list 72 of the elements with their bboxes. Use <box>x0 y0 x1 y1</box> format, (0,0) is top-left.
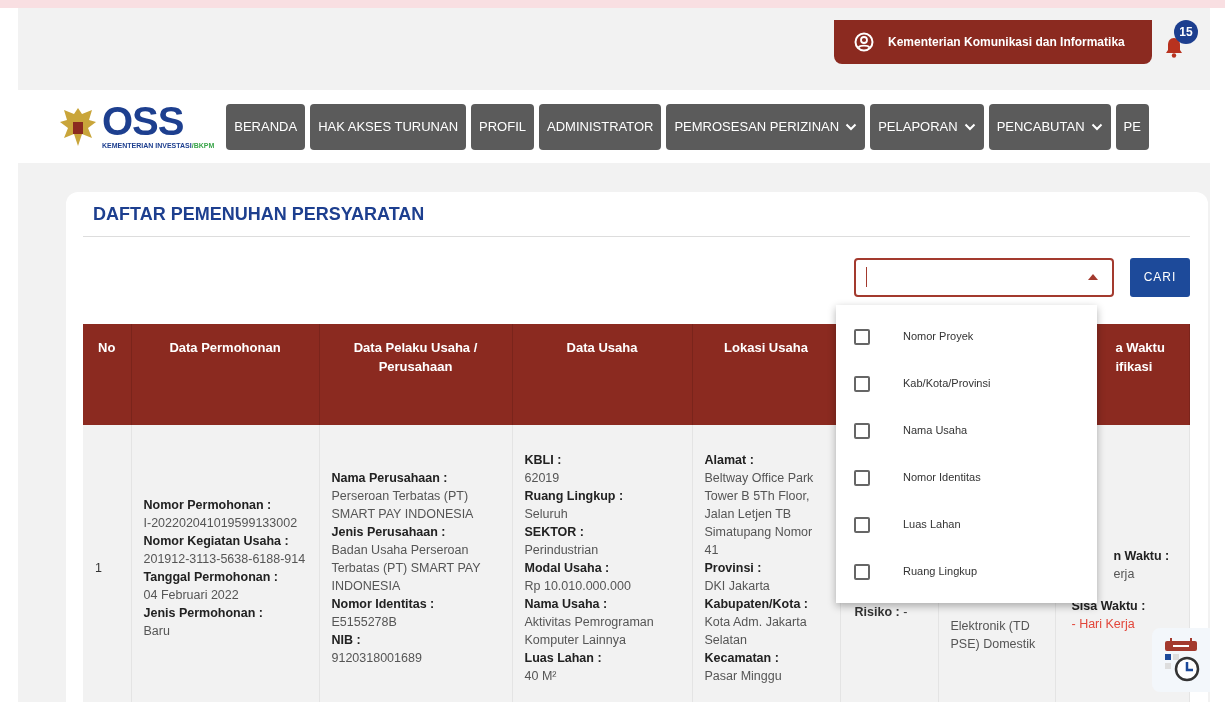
field-value: 04 Februari 2022 <box>143 586 240 604</box>
field-label: Jenis Permohonan : <box>143 604 264 622</box>
nav-menu-button[interactable]: HAK AKSES TURUNAN <box>310 103 467 150</box>
field-value: Perseroan Terbatas (PT) SMART PAY INDONESIA <box>331 487 475 523</box>
field-label: Kabupaten/Kota : <box>704 595 809 613</box>
column-header: Data Usaha <box>512 323 692 425</box>
nav-menu-button[interactable]: PENCABUTAN <box>988 103 1111 150</box>
field-label: Nama Usaha : <box>524 595 609 613</box>
checkbox[interactable] <box>854 563 870 580</box>
field-value: - Hari Kerja <box>1070 615 1136 633</box>
field-value: Beltway Office Park Tower B 5Th Floor, Jalan Letjen TB Simatupang Nomor 41 <box>704 469 815 559</box>
field-label: Jenis Perusahaan : <box>331 523 447 541</box>
field-label: Tanggal Permohonan : <box>143 568 279 586</box>
bell-icon <box>1164 35 1184 58</box>
checkbox[interactable] <box>854 375 870 392</box>
caret-up-icon <box>1088 274 1098 281</box>
checkbox[interactable] <box>854 328 870 345</box>
notification-count-badge: 15 <box>1174 20 1198 44</box>
field-value: erja <box>1112 565 1136 583</box>
nav-menu-button[interactable]: PELAPORAN <box>870 103 984 150</box>
nav-menu-button[interactable]: PROFIL <box>471 103 535 150</box>
field-value: Rp 10.010.000.000 <box>524 577 632 595</box>
field-value: Kota Adm. Jakarta Selatan <box>704 613 808 649</box>
field-label: Alamat : <box>704 451 755 469</box>
field-value: DKI Jakarta <box>704 577 771 595</box>
row-number: 1 <box>83 424 131 702</box>
field-value: Seluruh <box>524 505 569 523</box>
filter-option[interactable]: Nomor Identitas <box>836 454 1097 501</box>
field-label: KBLI : <box>524 451 563 469</box>
nav-menu-button[interactable]: PE <box>1115 103 1149 150</box>
field-label: Ruang Lingkup : <box>524 487 625 505</box>
field-value: Baru <box>143 622 171 640</box>
filter-option[interactable]: Luas Lahan <box>836 501 1097 548</box>
field-value: 62019 <box>524 469 561 487</box>
nav-menu-button[interactable]: ADMINISTRATOR <box>539 103 662 150</box>
field-value: 40 M² <box>524 667 558 685</box>
field-value: I-202202041019599133002 <box>143 514 299 532</box>
field-value: Aktivitas Pemrograman Komputer Lainnya <box>524 613 655 649</box>
field-value: Pasar Minggu <box>704 667 783 685</box>
nav-menu-button[interactable]: BERANDA <box>226 103 306 150</box>
logo-wordmark: OSS <box>102 101 184 142</box>
field-value: 201912-3113-5638-6188-914 <box>143 550 307 568</box>
field-label: Nomor Kegiatan Usaha : <box>143 532 290 550</box>
field-label: Nomor Identitas : <box>331 595 436 613</box>
risk-text: Risiko : - <box>854 603 909 621</box>
field-label: Nama Perusahaan : <box>331 469 449 487</box>
checkbox[interactable] <box>854 469 870 486</box>
field-label: Modal Usaha : <box>524 559 611 577</box>
checkbox[interactable] <box>854 516 870 533</box>
field-value: E5155278B <box>331 613 398 631</box>
filter-option[interactable]: Ruang Lingkup <box>836 548 1097 595</box>
field-label: Kecamatan : <box>704 649 780 667</box>
search-button[interactable]: CARI <box>1130 257 1190 297</box>
column-header: Data Pelaku Usaha / Perusahaan <box>319 323 512 425</box>
user-circle-icon <box>854 32 874 52</box>
card-title: DAFTAR PEMENUHAN PERSYARATAN <box>83 204 1190 237</box>
user-account-button[interactable]: Kementerian Komunikasi dan Informatika <box>834 20 1152 64</box>
field-label: Nomor Permohonan : <box>143 496 273 514</box>
field-value: Elektronik (TD PSE) Domestik <box>950 617 1037 653</box>
field-label: Luas Lahan : <box>524 649 603 667</box>
field-label: n Waktu : <box>1112 547 1171 565</box>
column-header: No <box>83 323 131 425</box>
field-label: SEKTOR : <box>524 523 585 541</box>
checkbox[interactable] <box>854 422 870 439</box>
field-label: NIB : <box>331 631 362 649</box>
field-value: Badan Usaha Perseroan Terbatas (PT) SMART PAY INDONESIA <box>331 541 482 595</box>
column-header: Data Permohonan <box>131 323 319 425</box>
filter-select-field[interactable] <box>854 257 1114 297</box>
field-label: Provinsi : <box>704 559 763 577</box>
field-value: 9120318001689 <box>331 649 423 667</box>
field-value: Perindustrian <box>524 541 600 559</box>
nav-menu-button[interactable]: PEMROSESAN PERIZINAN <box>666 103 866 150</box>
